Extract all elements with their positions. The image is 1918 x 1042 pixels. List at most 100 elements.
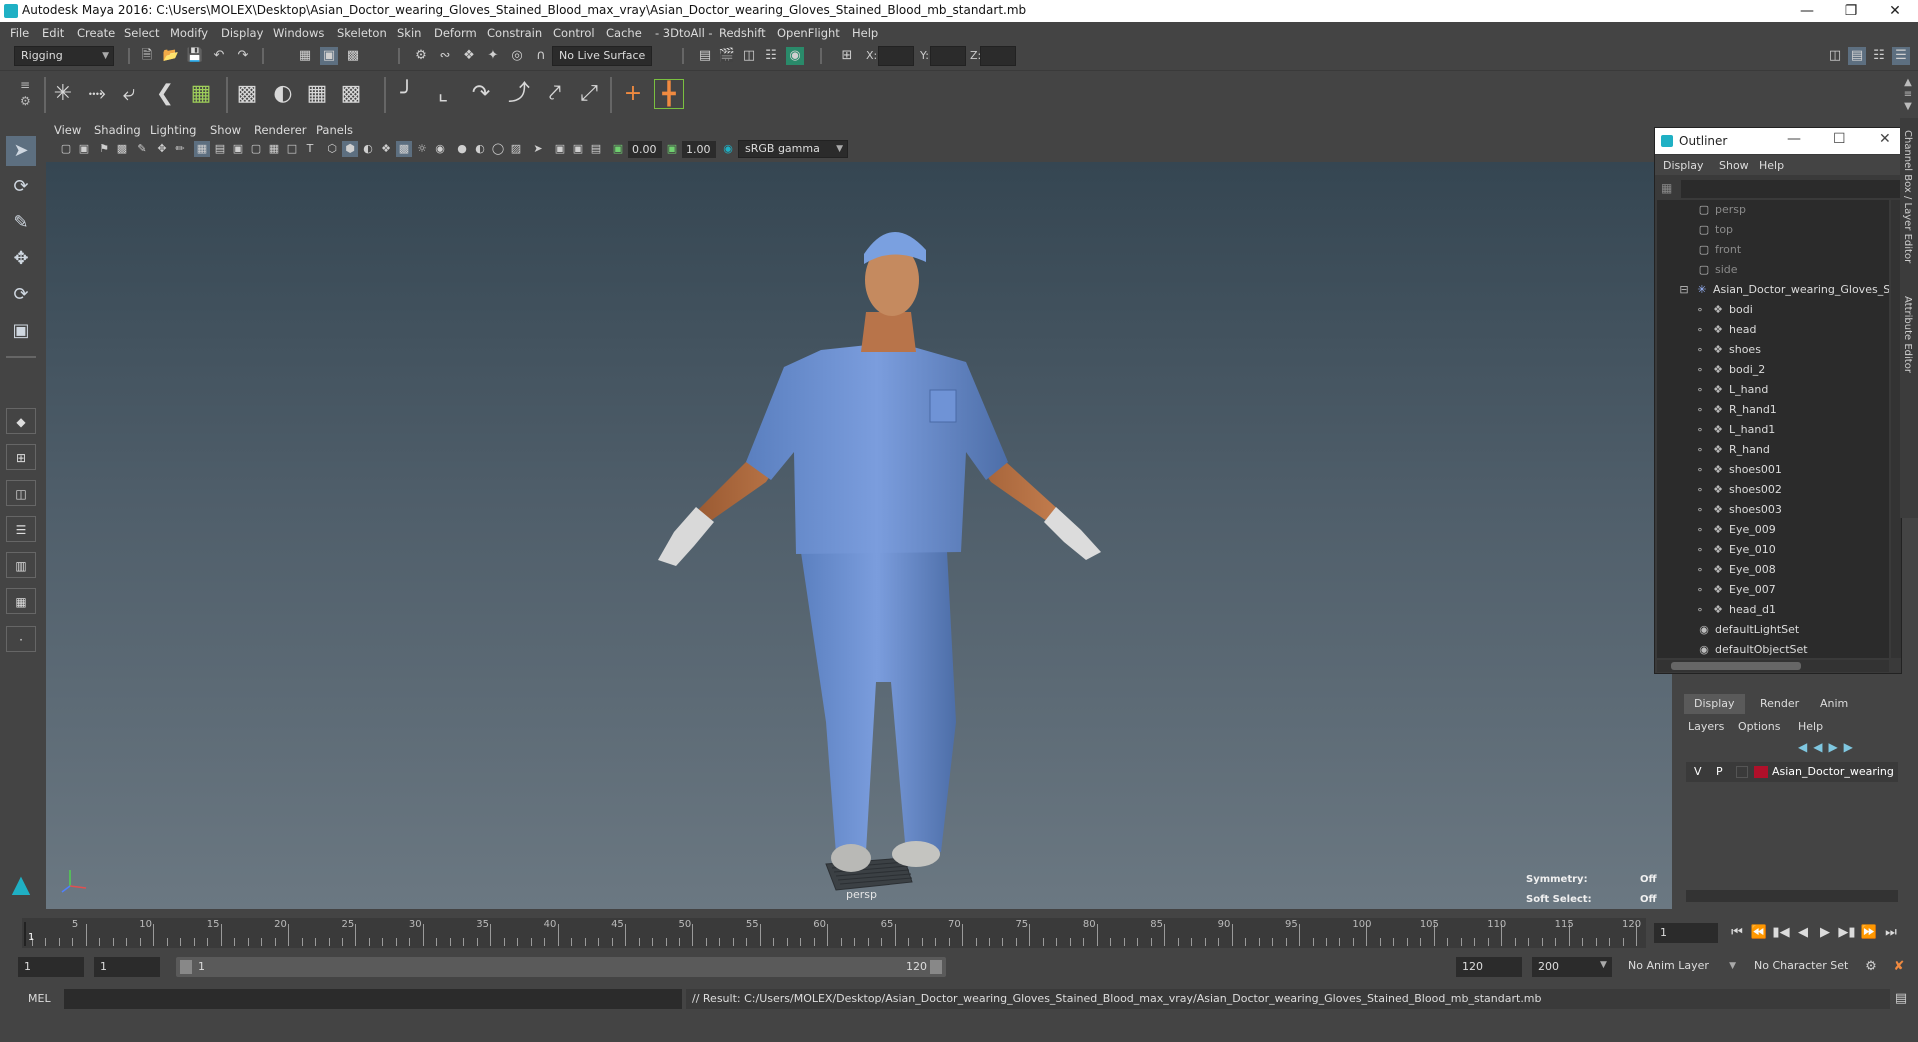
outliner-menu-help[interactable]: Help [1759,159,1784,172]
isolate-select-icon[interactable]: ▨ [508,141,524,157]
step-back-key-icon[interactable]: ⏪ [1750,923,1768,943]
menu-select[interactable]: Select [124,26,159,40]
outliner-item-mesh[interactable]: ∘ ❖ shoes [1693,340,1761,360]
tab-display[interactable]: Display [1684,694,1745,714]
field-chart-icon[interactable]: ▦ [266,141,282,157]
minimize-icon[interactable]: — [1787,131,1801,147]
outliner-item-mesh[interactable]: ∘ ❖ Eye_008 [1693,560,1776,580]
transform-mode-icon[interactable]: ⊞ [838,47,856,65]
layer-horizontal-scrollbar[interactable] [1686,890,1898,902]
tab-attribute-editor[interactable]: Attribute Editor [1902,296,1913,373]
outliner-menu-show[interactable]: Show [1719,159,1749,172]
outliner-window[interactable]: Outliner — ☐ ✕ Display Show Help ▦ ▢ pers… [1654,127,1903,674]
menu-file[interactable]: File [10,26,29,40]
outliner-item-mesh[interactable]: ∘ ❖ shoes002 [1693,480,1782,500]
step-forward-frame-icon[interactable]: ▶▮ [1838,923,1856,943]
perspective-viewport[interactable]: persp Symmetry: Off Soft Select: Off [46,162,1672,909]
tab-anim[interactable]: Anim [1810,694,1858,714]
outliner-item-mesh[interactable]: ∘ ❖ bodi [1693,300,1753,320]
x-field[interactable] [878,46,914,66]
menu-openflight[interactable]: OpenFlight [777,26,840,40]
two-pane-layout-icon[interactable]: ◫ [6,480,36,506]
outliner-item-mesh[interactable]: ∘ ❖ Eye_007 [1693,580,1776,600]
step-back-frame-icon[interactable]: ▮◀ [1772,923,1790,943]
parent-constraint-icon[interactable]: ╯ [392,79,422,109]
panel-menu-lighting[interactable]: Lighting [150,123,196,137]
menu-redshift[interactable]: Redshift [719,26,766,40]
tool-settings-icon[interactable]: ☷ [1870,47,1888,65]
outliner-item-mesh[interactable]: ∘ ❖ Eye_010 [1693,540,1776,560]
auto-key-icon[interactable]: ⚙ [1862,958,1880,976]
pencil-icon[interactable]: ✏ [172,141,188,157]
layer-actions-icons[interactable]: ◀◀▶▶ [1798,740,1898,756]
panel-menu-renderer[interactable]: Renderer [254,123,307,137]
outliner-item-top[interactable]: ▢ top [1697,220,1733,240]
layer-playback-toggle[interactable]: P [1716,762,1723,782]
grease-pencil-icon[interactable]: ✎ [134,141,150,157]
y-field[interactable] [930,46,966,66]
playback-end-field[interactable]: 120 [1456,957,1522,977]
outliner-item-mesh[interactable]: ∘ ❖ L_hand1 [1693,420,1776,440]
outliner-item-group[interactable]: ⊟ ✳ Asian_Doctor_wearing_Gloves_St [1677,280,1889,300]
outliner-item-mesh[interactable]: ∘ ❖ Eye_009 [1693,520,1776,540]
render-settings-icon[interactable]: ☷ [762,47,780,65]
blend-shape-icon[interactable]: ◐ [268,79,298,109]
minimize-icon[interactable]: — [1785,0,1829,22]
anim-layer-dropdown[interactable]: No Anim Layer ▼ [1622,957,1740,977]
ik-handle-icon[interactable]: ⤑ [82,79,112,109]
outliner-horizontal-scrollbar[interactable] [1657,660,1889,672]
hypershade-icon[interactable]: ◉ [786,47,804,65]
depth-of-field-icon[interactable]: ◯ [490,141,506,157]
current-time-marker[interactable] [24,922,26,946]
snap-grid-icon[interactable]: ⚙ [412,47,430,65]
tab-render[interactable]: Render [1750,694,1809,714]
range-handle-right[interactable] [930,960,942,974]
menu-skin[interactable]: Skin [397,26,421,40]
bookmark-icon[interactable]: ⚑ [96,141,112,157]
menu-3dtoall[interactable]: - 3DtoAll - [655,26,713,40]
undo-icon[interactable]: ↶ [210,47,228,65]
menuset-dropdown[interactable]: Rigging ▼ [14,46,114,66]
z-field[interactable] [980,46,1016,66]
outliner-item-set[interactable]: ◉ defaultObjectSet [1697,640,1807,658]
render-history-icon[interactable]: ▤ [696,47,714,65]
resolution-gate-icon[interactable]: ▣ [230,141,246,157]
lasso-tool-icon[interactable]: ⟳ [6,172,36,202]
hypershade-layout-icon[interactable]: ▦ [6,588,36,614]
menu-edit[interactable]: Edit [42,26,64,40]
maximize-icon[interactable]: ☐ [1833,131,1846,147]
colorspace-dropdown[interactable]: sRGB gamma ▼ [738,140,848,158]
textured-icon[interactable]: ❖ [378,141,394,157]
channel-box-icon[interactable]: ☰ [1892,47,1910,65]
snap-view-icon[interactable]: ✦ [484,47,502,65]
restore-icon[interactable]: ❐ [1829,0,1873,22]
rotate-tool-icon[interactable]: ⟳ [6,280,36,310]
outliner-item-persp[interactable]: ▢ persp [1697,200,1746,220]
scrollbar-thumb[interactable] [1671,662,1801,670]
grid-icon[interactable]: ▦ [194,141,210,157]
outliner-item-mesh[interactable]: ∘ ❖ shoes003 [1693,500,1782,520]
tab-channel-box[interactable]: Channel Box / Layer Editor [1902,130,1913,263]
anti-aliasing-icon[interactable]: ◐ [472,141,488,157]
two-d-pan-icon[interactable]: ✥ [154,141,170,157]
cluster-icon[interactable]: ▩ [232,79,262,109]
layer-menu-help[interactable]: Help [1798,720,1823,733]
exposure-icon[interactable]: ▣ [610,141,626,157]
pole-vector-icon[interactable]: ⤤ [540,79,570,109]
layer-row[interactable]: V P Asian_Doctor_wearing [1686,762,1898,782]
close-icon[interactable]: ✕ [1873,0,1917,22]
menu-cache[interactable]: Cache [606,26,642,40]
time-slider[interactable]: 5 10 15 20 25 30 35 40 45 50 55 60 65 70 75 80 85 90 95 100… [22,918,1646,948]
cluster-handle-icon[interactable]: ╋ [654,79,684,109]
step-forward-key-icon[interactable]: ⏩ [1860,923,1878,943]
layer-color-swatch[interactable] [1754,766,1768,778]
scale-tool-icon[interactable]: ▣ [6,316,36,346]
single-pane-layout-icon[interactable]: ◆ [6,408,36,434]
snap-curve-icon[interactable]: ∾ [436,47,454,65]
ambient-occlusion-icon[interactable]: ◉ [432,141,448,157]
gamma-field[interactable]: 1.00 [682,141,716,158]
lattice-icon[interactable]: ▦ [302,79,332,109]
panel-menu-shading[interactable]: Shading [94,123,141,137]
outliner-menu-display[interactable]: Display [1663,159,1704,172]
camera-attributes-icon[interactable]: ▣ [76,141,92,157]
